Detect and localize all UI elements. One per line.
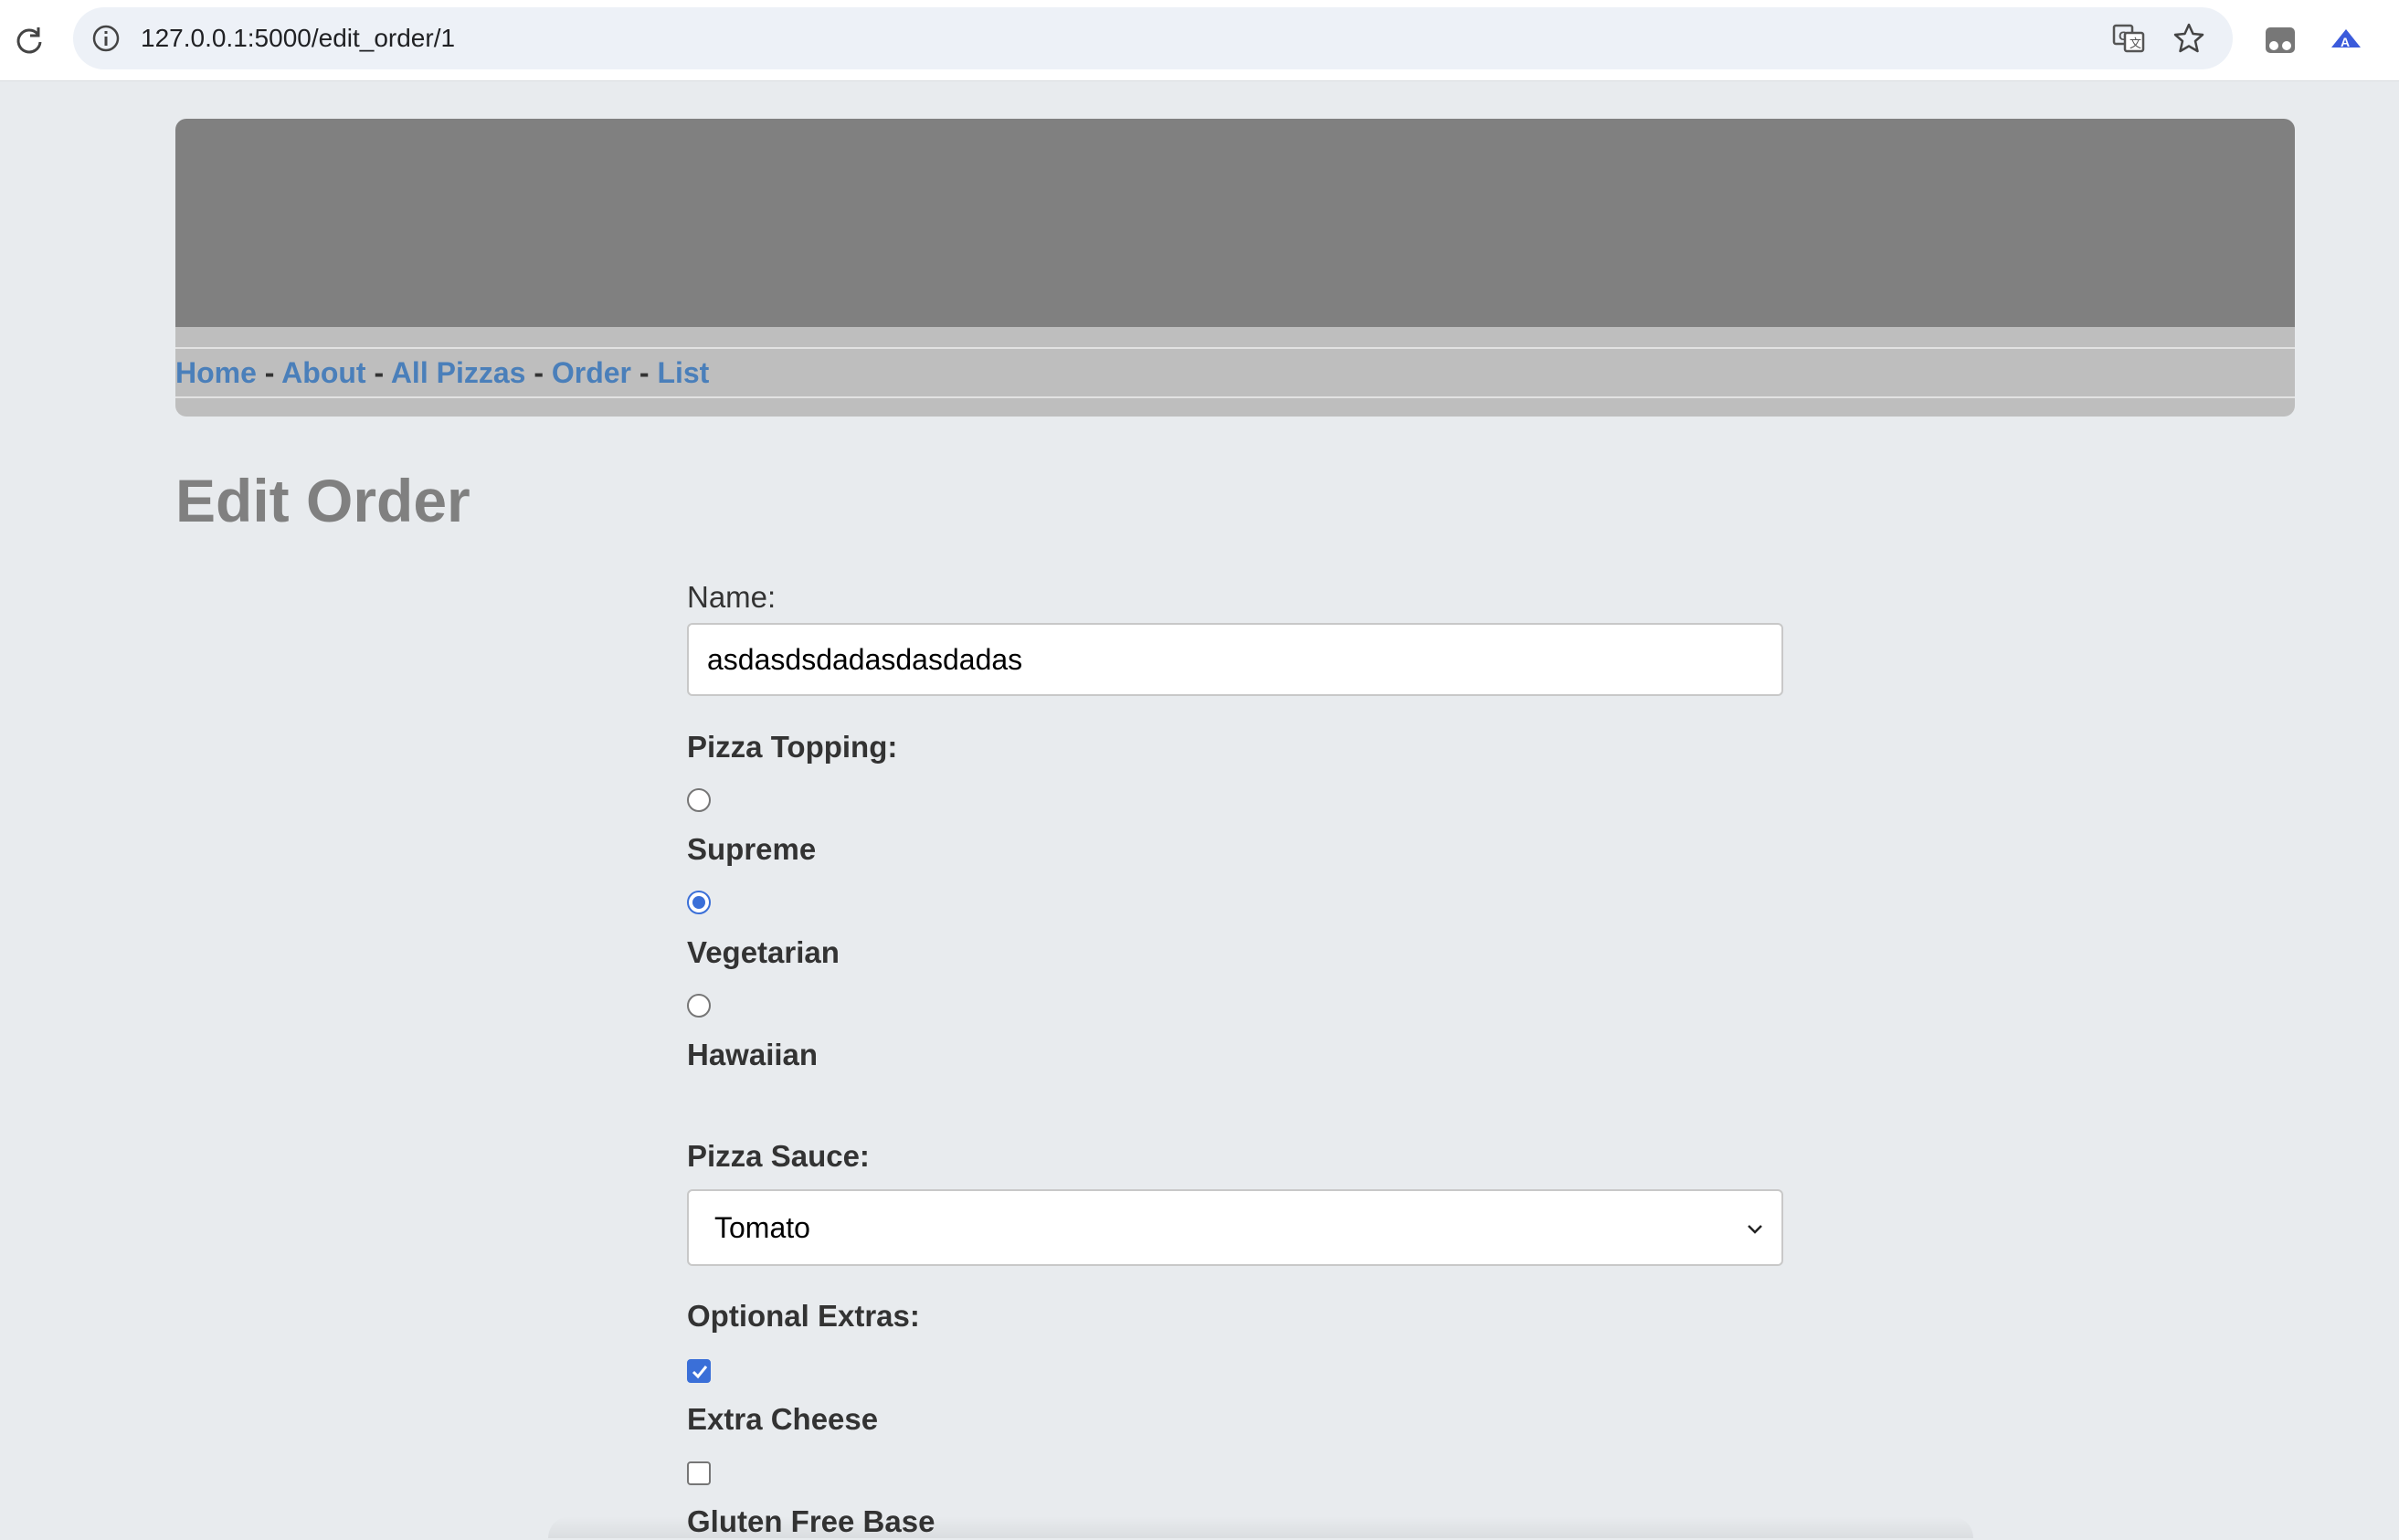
reload-icon[interactable] [11, 22, 48, 58]
chevron-down-icon [1743, 1217, 1767, 1240]
topping-hawaiian-radio[interactable] [687, 994, 711, 1018]
pizza-sauce-label: Pizza Sauce: [687, 1139, 870, 1173]
nav-link-order[interactable]: Order [552, 356, 631, 389]
browser-toolbar: 127.0.0.1:5000/edit_order/1 G文 A [0, 0, 2399, 81]
translate-icon[interactable]: G文 [2110, 20, 2147, 57]
pizza-sauce-select[interactable]: Tomato [687, 1189, 1783, 1266]
nav-separator: - [374, 356, 385, 389]
site-info-icon[interactable] [90, 22, 122, 55]
nav-link-list[interactable]: List [657, 356, 709, 389]
url-text[interactable]: 127.0.0.1:5000/edit_order/1 [141, 20, 455, 57]
topping-hawaiian-label[interactable]: Hawaiian [687, 1037, 818, 1073]
nav-link-home[interactable]: Home [175, 356, 257, 389]
bottom-shadow [548, 1516, 1973, 1538]
pizza-topping-label: Pizza Topping: [687, 730, 898, 764]
extension-icon[interactable]: A [2326, 20, 2366, 60]
nav-separator: - [534, 356, 544, 389]
extra-cheese-label[interactable]: Extra Cheese [687, 1401, 878, 1438]
nav-link-about[interactable]: About [281, 356, 365, 389]
navbar: Home - About - All Pizzas - Order - List [175, 327, 2295, 417]
incognito-icon[interactable] [2260, 20, 2300, 60]
nav-links: Home - About - All Pizzas - Order - List [175, 356, 709, 389]
address-bar[interactable]: 127.0.0.1:5000/edit_order/1 G文 [73, 7, 2233, 69]
pizza-sauce-value: Tomato [714, 1211, 810, 1244]
topping-vegetarian-radio[interactable] [687, 891, 711, 914]
bookmark-star-icon[interactable] [2171, 20, 2207, 57]
topping-supreme-label[interactable]: Supreme [687, 831, 816, 868]
name-input[interactable] [687, 623, 1783, 696]
extra-cheese-checkbox[interactable] [687, 1359, 711, 1383]
optional-extras-label: Optional Extras: [687, 1299, 920, 1333]
gluten-free-base-checkbox[interactable] [687, 1461, 711, 1485]
svg-text:A: A [2341, 35, 2350, 49]
nav-separator: - [639, 356, 650, 389]
header-banner [175, 119, 2295, 327]
nav-strip: Home - About - All Pizzas - Order - List [175, 347, 2295, 398]
nav-separator: - [264, 356, 275, 389]
page-title: Edit Order [175, 467, 470, 534]
svg-text:文: 文 [2130, 37, 2141, 50]
topping-supreme-radio[interactable] [687, 788, 711, 812]
nav-link-all-pizzas[interactable]: All Pizzas [391, 356, 526, 389]
topping-vegetarian-label[interactable]: Vegetarian [687, 934, 840, 971]
name-label: Name: [687, 580, 777, 614]
